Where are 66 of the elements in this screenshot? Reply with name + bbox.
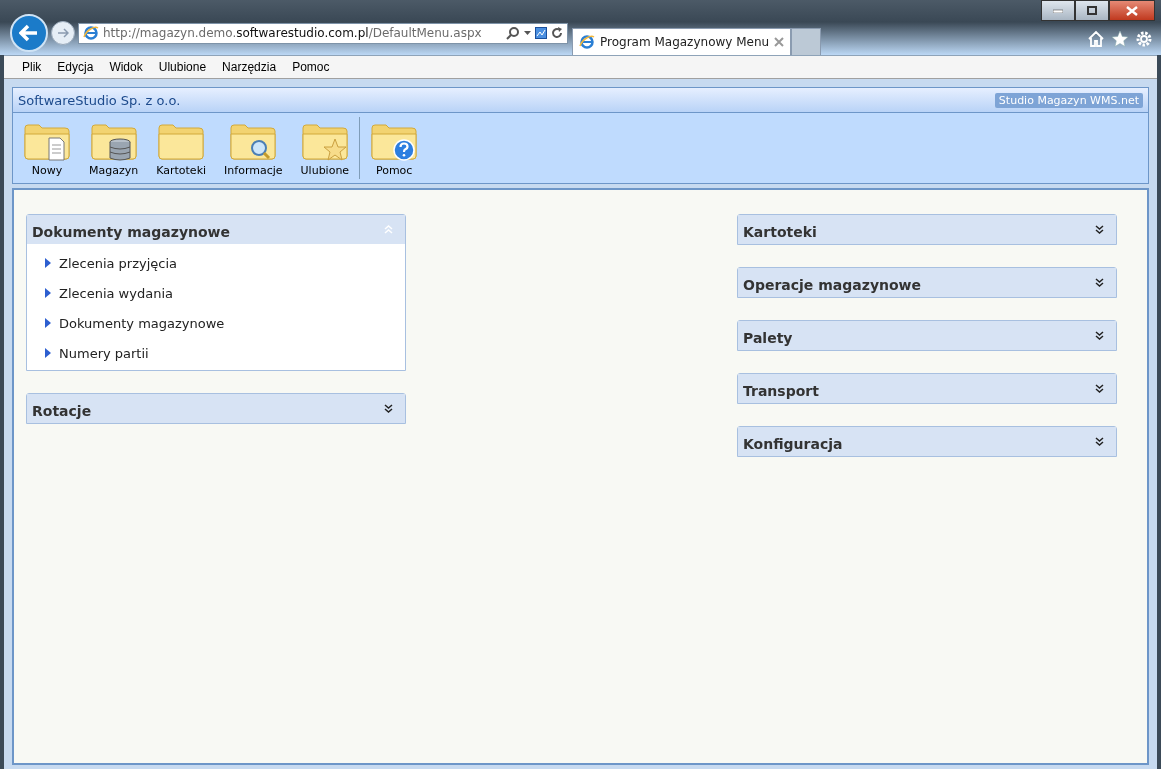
panel-header[interactable]: Dokumenty magazynowe (27, 215, 405, 244)
forward-button[interactable] (51, 21, 75, 45)
minimize-button[interactable] (1041, 0, 1075, 21)
tab-title: Program Magazynowy Menu (600, 35, 770, 49)
expand-icon[interactable] (1095, 224, 1104, 235)
menu-item[interactable]: Plik (14, 60, 50, 74)
expand-icon[interactable] (1095, 330, 1104, 341)
forward-arrow-icon (57, 28, 69, 38)
menu-item[interactable]: Ulubione (150, 60, 215, 74)
toolbar-button[interactable]: Kartoteki (152, 119, 211, 177)
panel-title: Kartoteki (743, 222, 817, 240)
panel-title: Operacje magazynowe (743, 275, 922, 293)
maximize-button[interactable] (1075, 0, 1109, 21)
home-icon[interactable] (1087, 30, 1105, 48)
panel-title: Konfiguracja (743, 434, 843, 452)
menu-link[interactable]: Numery partii (45, 338, 405, 368)
menu-item[interactable]: Widok (101, 60, 151, 74)
refresh-icon[interactable] (551, 27, 563, 39)
maximize-icon (1087, 6, 1097, 15)
menu-item[interactable]: Narzędzia (214, 60, 285, 74)
panel-title: Palety (743, 328, 793, 346)
dropdown-caret-icon[interactable] (524, 31, 531, 35)
browser-logo-icon (83, 25, 99, 41)
panel-title: Dokumenty magazynowe (32, 222, 231, 240)
browser-tab[interactable]: Program Magazynowy Menu (572, 28, 792, 55)
panel-header[interactable]: Kartoteki (738, 215, 1116, 244)
back-arrow-icon (19, 24, 39, 42)
triangle-bullet-icon (45, 348, 51, 358)
panel-title: Rotacje (32, 401, 92, 419)
menu-item[interactable]: Edycja (49, 60, 102, 74)
back-button[interactable] (10, 14, 48, 52)
company-name: SoftwareStudio Sp. z o.o. (18, 92, 181, 108)
menu-item[interactable]: Pomoc (284, 60, 338, 74)
panel-header[interactable]: Transport (738, 374, 1116, 403)
search-icon[interactable] (506, 26, 520, 40)
toolbar-button[interactable]: Ulubione (296, 119, 354, 177)
panel-header[interactable]: Rotacje (27, 394, 405, 423)
expand-icon[interactable] (1095, 436, 1104, 447)
toolbar-button[interactable]: Nowy (19, 119, 75, 177)
triangle-bullet-icon (45, 288, 51, 298)
minimize-icon (1053, 8, 1063, 13)
panel-header[interactable]: Operacje magazynowe (738, 268, 1116, 297)
toolbar-button[interactable]: Informacje (220, 119, 287, 177)
product-name: Studio Magazyn WMS.net (994, 92, 1143, 108)
close-tab-icon[interactable] (774, 37, 785, 47)
menu-link[interactable]: Zlecenia przyjęcia (45, 248, 405, 278)
menu-link[interactable]: Zlecenia wydania (45, 278, 405, 308)
menu-link[interactable]: Dokumenty magazynowe (45, 308, 405, 338)
settings-icon[interactable] (1135, 30, 1153, 48)
panel-title: Transport (743, 381, 819, 399)
triangle-bullet-icon (45, 258, 51, 268)
toolbar-button[interactable]: Magazyn (85, 119, 143, 177)
expand-icon[interactable] (1095, 383, 1104, 394)
compatibility-view-icon[interactable] (535, 27, 547, 39)
panel-header[interactable]: Palety (738, 321, 1116, 350)
expand-icon[interactable] (384, 403, 393, 414)
address-bar[interactable]: http://magazyn.demo.softwarestudio.com.pl/DefaultMenu.aspx (78, 22, 568, 44)
expand-icon[interactable] (1095, 277, 1104, 288)
browser-logo-icon (579, 34, 595, 50)
close-icon (1126, 5, 1138, 16)
triangle-bullet-icon (45, 318, 51, 328)
address-text: http://magazyn.demo.softwarestudio.com.pl/DefaultMenu.aspx (103, 26, 482, 40)
close-button[interactable] (1109, 0, 1155, 21)
toolbar-button[interactable]: Pomoc (366, 119, 423, 177)
panel-header[interactable]: Konfiguracja (738, 427, 1116, 456)
star-icon[interactable] (1111, 30, 1129, 48)
